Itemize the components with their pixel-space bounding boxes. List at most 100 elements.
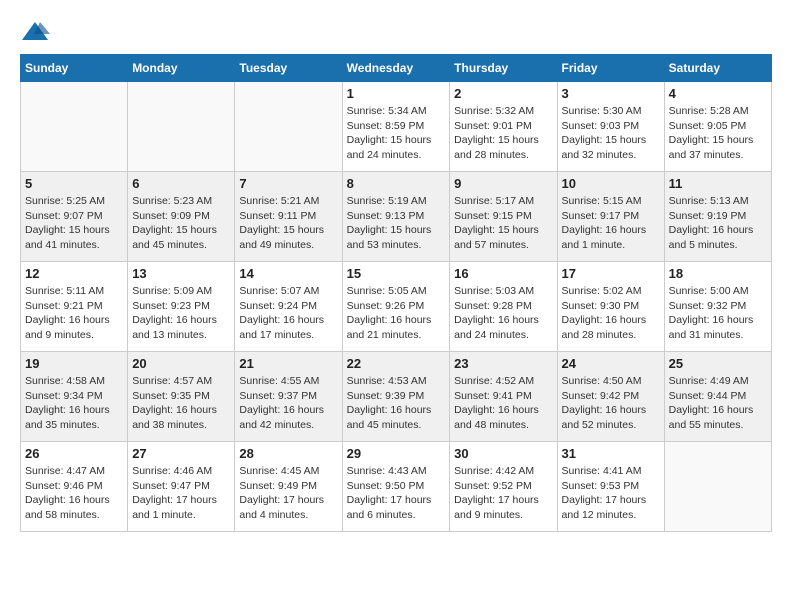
calendar-cell: 2 Sunrise: 5:32 AM Sunset: 9:01 PM Daylig… bbox=[450, 82, 557, 172]
calendar-header-friday: Friday bbox=[557, 55, 664, 82]
day-number: 6 bbox=[132, 176, 230, 191]
day-number: 2 bbox=[454, 86, 552, 101]
day-number: 14 bbox=[239, 266, 337, 281]
day-info: Sunrise: 4:53 AM Sunset: 9:39 PM Dayligh… bbox=[347, 374, 446, 433]
day-number: 25 bbox=[669, 356, 767, 371]
day-info: Sunrise: 5:23 AM Sunset: 9:09 PM Dayligh… bbox=[132, 194, 230, 253]
page-header bbox=[20, 20, 772, 44]
calendar-header-row: SundayMondayTuesdayWednesdayThursdayFrid… bbox=[21, 55, 772, 82]
day-info: Sunrise: 5:03 AM Sunset: 9:28 PM Dayligh… bbox=[454, 284, 552, 343]
day-number: 23 bbox=[454, 356, 552, 371]
day-number: 3 bbox=[562, 86, 660, 101]
day-number: 7 bbox=[239, 176, 337, 191]
day-number: 29 bbox=[347, 446, 446, 461]
day-info: Sunrise: 4:50 AM Sunset: 9:42 PM Dayligh… bbox=[562, 374, 660, 433]
day-number: 9 bbox=[454, 176, 552, 191]
day-number: 8 bbox=[347, 176, 446, 191]
day-number: 10 bbox=[562, 176, 660, 191]
calendar-cell: 1Sunrise: 5:34 AM Sunset: 8:59 PM Daylig… bbox=[342, 82, 450, 172]
day-info: Sunrise: 4:47 AM Sunset: 9:46 PM Dayligh… bbox=[25, 464, 123, 523]
day-number: 26 bbox=[25, 446, 123, 461]
day-number: 30 bbox=[454, 446, 552, 461]
calendar-cell: 29 Sunrise: 4:43 AM Sunset: 9:50 PM Dayli… bbox=[342, 442, 450, 532]
calendar-cell: 16 Sunrise: 5:03 AM Sunset: 9:28 PM Dayli… bbox=[450, 262, 557, 352]
day-number: 18 bbox=[669, 266, 767, 281]
calendar-cell: 5Sunrise: 5:25 AM Sunset: 9:07 PM Daylig… bbox=[21, 172, 128, 262]
calendar-cell bbox=[664, 442, 771, 532]
day-number: 4 bbox=[669, 86, 767, 101]
calendar-cell: 27Sunrise: 4:46 AM Sunset: 9:47 PM Dayli… bbox=[128, 442, 235, 532]
day-info: Sunrise: 5:34 AM Sunset: 8:59 PM Dayligh… bbox=[347, 104, 446, 163]
calendar-cell: 4 Sunrise: 5:28 AM Sunset: 9:05 PM Daylig… bbox=[664, 82, 771, 172]
day-number: 16 bbox=[454, 266, 552, 281]
calendar-header-sunday: Sunday bbox=[21, 55, 128, 82]
day-info: Sunrise: 5:15 AM Sunset: 9:17 PM Dayligh… bbox=[562, 194, 660, 253]
day-number: 19 bbox=[25, 356, 123, 371]
calendar-header-tuesday: Tuesday bbox=[235, 55, 342, 82]
logo-icon bbox=[20, 20, 50, 44]
calendar-cell: 3 Sunrise: 5:30 AM Sunset: 9:03 PM Daylig… bbox=[557, 82, 664, 172]
day-number: 15 bbox=[347, 266, 446, 281]
day-number: 21 bbox=[239, 356, 337, 371]
day-info: Sunrise: 4:46 AM Sunset: 9:47 PM Dayligh… bbox=[132, 464, 230, 523]
day-info: Sunrise: 4:55 AM Sunset: 9:37 PM Dayligh… bbox=[239, 374, 337, 433]
day-number: 20 bbox=[132, 356, 230, 371]
calendar-cell: 11Sunrise: 5:13 AM Sunset: 9:19 PM Dayli… bbox=[664, 172, 771, 262]
day-info: Sunrise: 4:57 AM Sunset: 9:35 PM Dayligh… bbox=[132, 374, 230, 433]
day-info: Sunrise: 5:17 AM Sunset: 9:15 PM Dayligh… bbox=[454, 194, 552, 253]
calendar-header-wednesday: Wednesday bbox=[342, 55, 450, 82]
calendar-header-monday: Monday bbox=[128, 55, 235, 82]
day-info: Sunrise: 4:41 AM Sunset: 9:53 PM Dayligh… bbox=[562, 464, 660, 523]
calendar-cell: 8 Sunrise: 5:19 AM Sunset: 9:13 PM Daylig… bbox=[342, 172, 450, 262]
day-number: 11 bbox=[669, 176, 767, 191]
calendar-cell: 26 Sunrise: 4:47 AM Sunset: 9:46 PM Dayli… bbox=[21, 442, 128, 532]
day-info: Sunrise: 5:28 AM Sunset: 9:05 PM Dayligh… bbox=[669, 104, 767, 163]
calendar-cell: 17Sunrise: 5:02 AM Sunset: 9:30 PM Dayli… bbox=[557, 262, 664, 352]
calendar-cell: 7 Sunrise: 5:21 AM Sunset: 9:11 PM Daylig… bbox=[235, 172, 342, 262]
calendar-cell: 20 Sunrise: 4:57 AM Sunset: 9:35 PM Dayli… bbox=[128, 352, 235, 442]
calendar-cell: 24 Sunrise: 4:50 AM Sunset: 9:42 PM Dayli… bbox=[557, 352, 664, 442]
calendar-header-thursday: Thursday bbox=[450, 55, 557, 82]
day-number: 28 bbox=[239, 446, 337, 461]
day-number: 13 bbox=[132, 266, 230, 281]
day-info: Sunrise: 4:45 AM Sunset: 9:49 PM Dayligh… bbox=[239, 464, 337, 523]
calendar-cell: 22 Sunrise: 4:53 AM Sunset: 9:39 PM Dayli… bbox=[342, 352, 450, 442]
day-info: Sunrise: 4:52 AM Sunset: 9:41 PM Dayligh… bbox=[454, 374, 552, 433]
day-info: Sunrise: 5:07 AM Sunset: 9:24 PM Dayligh… bbox=[239, 284, 337, 343]
calendar-week-row: 26 Sunrise: 4:47 AM Sunset: 9:46 PM Dayli… bbox=[21, 442, 772, 532]
calendar-week-row: 5Sunrise: 5:25 AM Sunset: 9:07 PM Daylig… bbox=[21, 172, 772, 262]
calendar-header-saturday: Saturday bbox=[664, 55, 771, 82]
day-info: Sunrise: 4:58 AM Sunset: 9:34 PM Dayligh… bbox=[25, 374, 123, 433]
day-info: Sunrise: 4:49 AM Sunset: 9:44 PM Dayligh… bbox=[669, 374, 767, 433]
calendar-cell: 14 Sunrise: 5:07 AM Sunset: 9:24 PM Dayli… bbox=[235, 262, 342, 352]
calendar-cell: 30Sunrise: 4:42 AM Sunset: 9:52 PM Dayli… bbox=[450, 442, 557, 532]
calendar-cell: 6 Sunrise: 5:23 AM Sunset: 9:09 PM Daylig… bbox=[128, 172, 235, 262]
day-info: Sunrise: 5:09 AM Sunset: 9:23 PM Dayligh… bbox=[132, 284, 230, 343]
calendar-week-row: 12Sunrise: 5:11 AM Sunset: 9:21 PM Dayli… bbox=[21, 262, 772, 352]
calendar-cell: 25 Sunrise: 4:49 AM Sunset: 9:44 PM Dayli… bbox=[664, 352, 771, 442]
calendar-cell: 15 Sunrise: 5:05 AM Sunset: 9:26 PM Dayli… bbox=[342, 262, 450, 352]
calendar-cell: 23 Sunrise: 4:52 AM Sunset: 9:41 PM Dayli… bbox=[450, 352, 557, 442]
calendar-week-row: 19 Sunrise: 4:58 AM Sunset: 9:34 PM Dayli… bbox=[21, 352, 772, 442]
day-number: 22 bbox=[347, 356, 446, 371]
calendar-cell bbox=[128, 82, 235, 172]
calendar-cell: 18Sunrise: 5:00 AM Sunset: 9:32 PM Dayli… bbox=[664, 262, 771, 352]
day-info: Sunrise: 5:19 AM Sunset: 9:13 PM Dayligh… bbox=[347, 194, 446, 253]
day-info: Sunrise: 5:30 AM Sunset: 9:03 PM Dayligh… bbox=[562, 104, 660, 163]
day-info: Sunrise: 5:32 AM Sunset: 9:01 PM Dayligh… bbox=[454, 104, 552, 163]
calendar-cell bbox=[235, 82, 342, 172]
calendar-cell: 21 Sunrise: 4:55 AM Sunset: 9:37 PM Dayli… bbox=[235, 352, 342, 442]
calendar-cell: 13 Sunrise: 5:09 AM Sunset: 9:23 PM Dayli… bbox=[128, 262, 235, 352]
day-info: Sunrise: 5:02 AM Sunset: 9:30 PM Dayligh… bbox=[562, 284, 660, 343]
calendar-week-row: 1Sunrise: 5:34 AM Sunset: 8:59 PM Daylig… bbox=[21, 82, 772, 172]
calendar-cell: 12Sunrise: 5:11 AM Sunset: 9:21 PM Dayli… bbox=[21, 262, 128, 352]
day-info: Sunrise: 4:43 AM Sunset: 9:50 PM Dayligh… bbox=[347, 464, 446, 523]
day-info: Sunrise: 5:05 AM Sunset: 9:26 PM Dayligh… bbox=[347, 284, 446, 343]
calendar-cell bbox=[21, 82, 128, 172]
day-number: 24 bbox=[562, 356, 660, 371]
calendar-table: SundayMondayTuesdayWednesdayThursdayFrid… bbox=[20, 54, 772, 532]
calendar-cell: 10 Sunrise: 5:15 AM Sunset: 9:17 PM Dayli… bbox=[557, 172, 664, 262]
day-info: Sunrise: 5:21 AM Sunset: 9:11 PM Dayligh… bbox=[239, 194, 337, 253]
day-info: Sunrise: 5:25 AM Sunset: 9:07 PM Dayligh… bbox=[25, 194, 123, 253]
calendar-cell: 28 Sunrise: 4:45 AM Sunset: 9:49 PM Dayli… bbox=[235, 442, 342, 532]
